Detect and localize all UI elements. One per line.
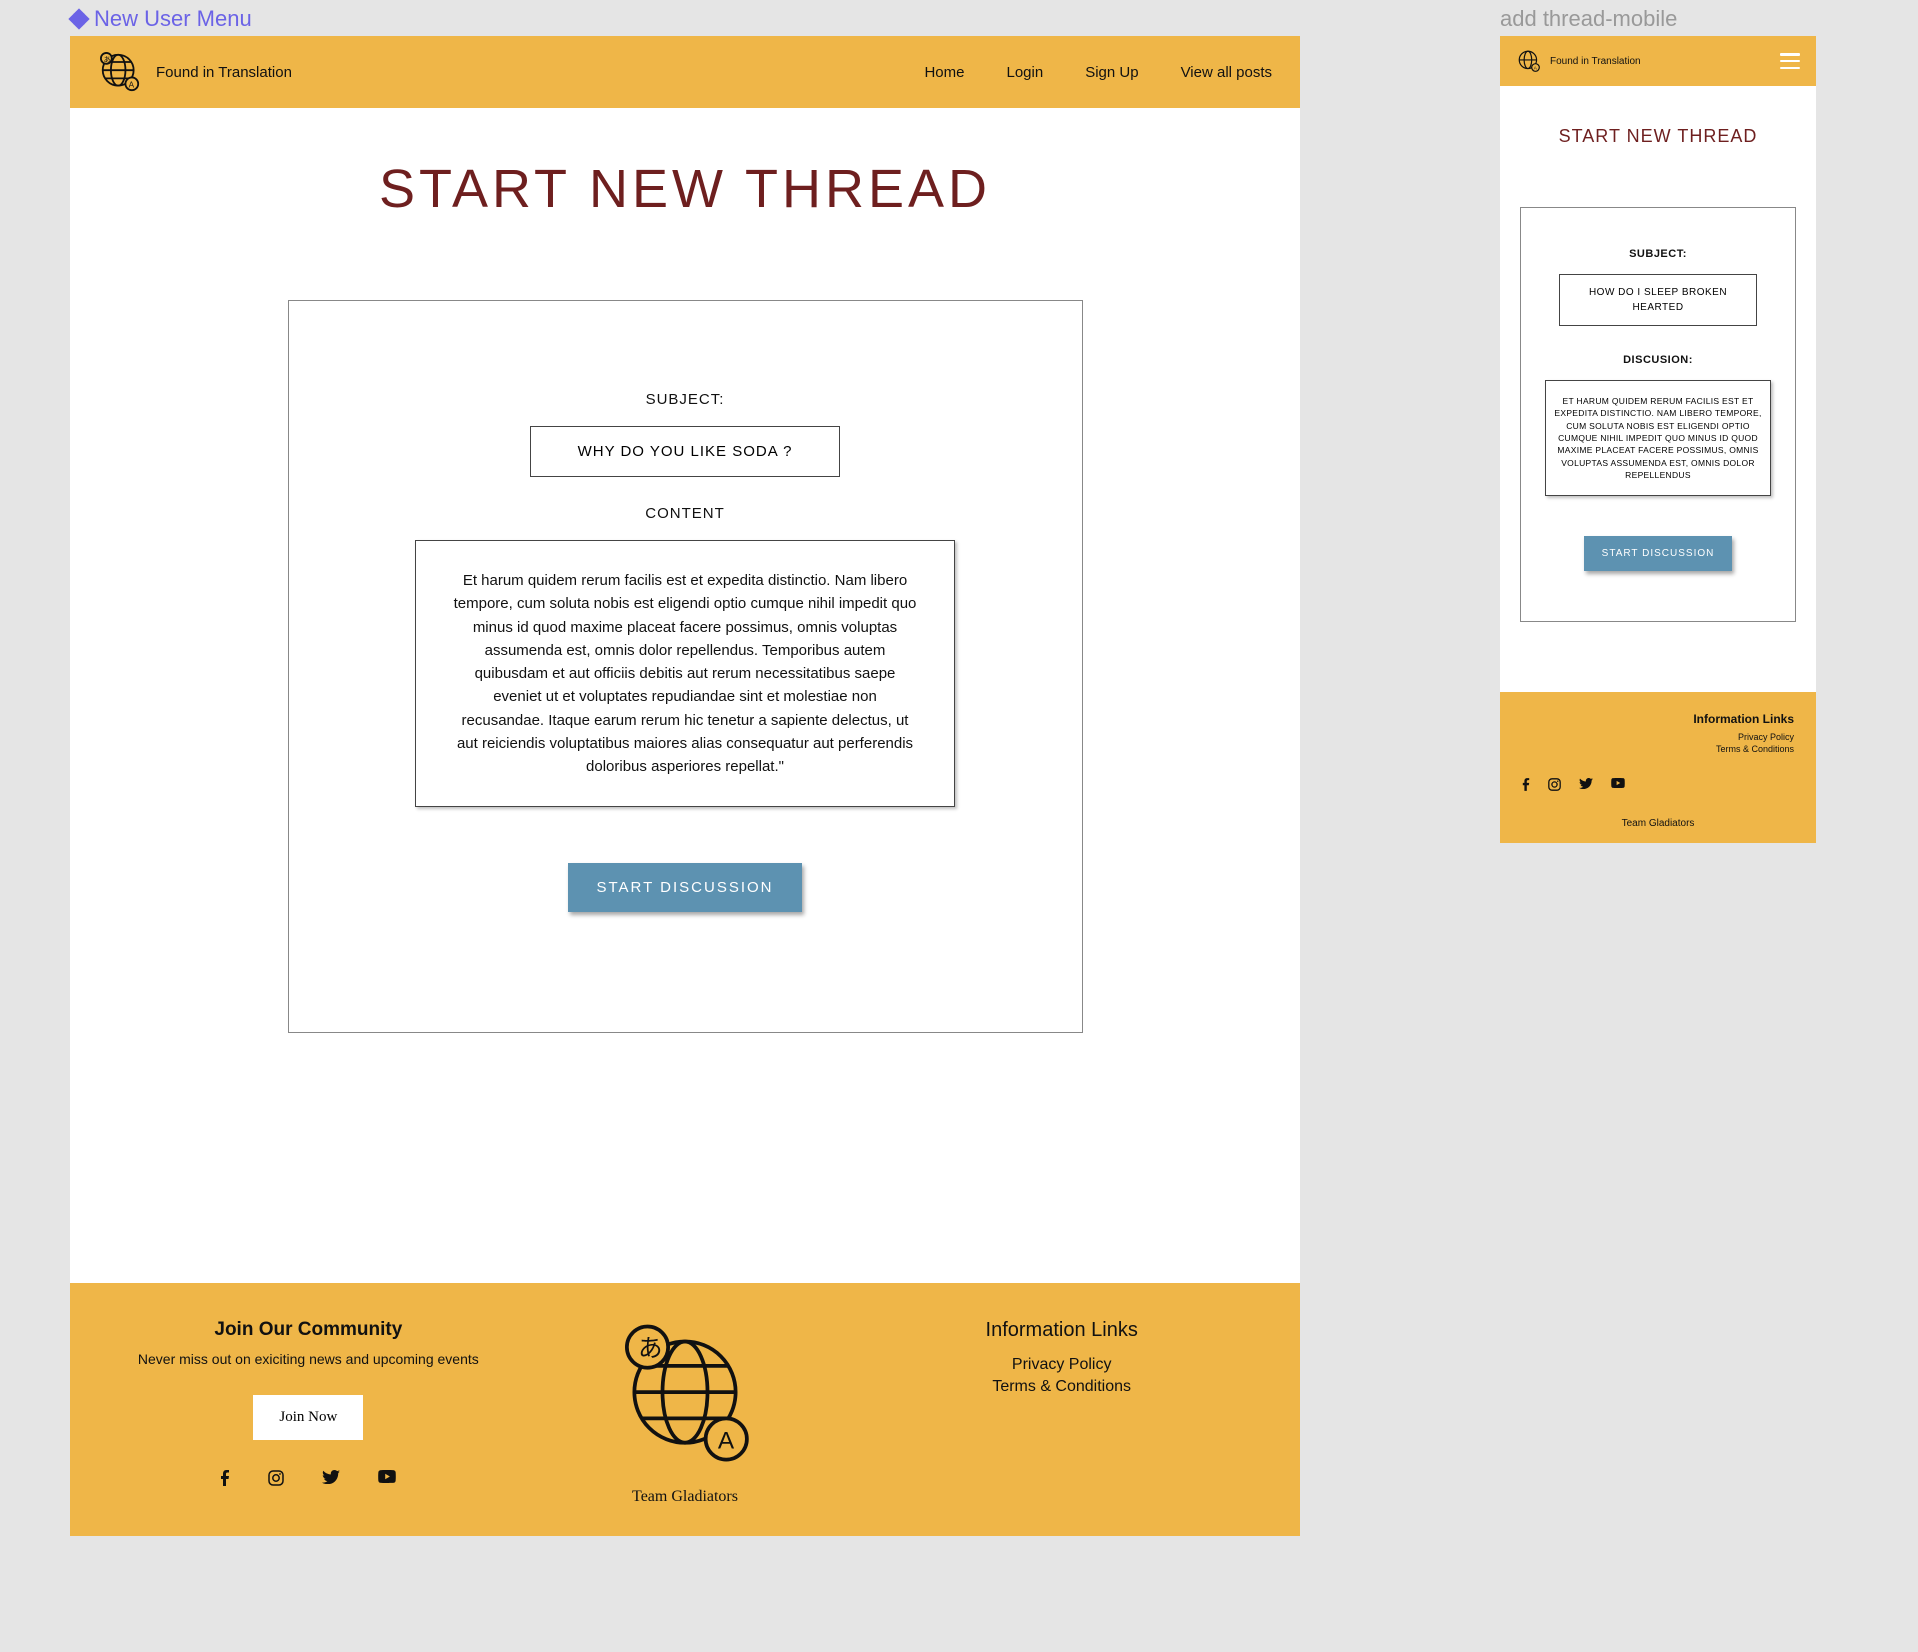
nav-home[interactable]: Home [924,64,964,81]
privacy-link[interactable]: Privacy Policy [873,1356,1250,1374]
info-heading: Information Links [1522,712,1794,726]
join-heading: Join Our Community [120,1319,497,1341]
footer-join: Join Our Community Never miss out on exi… [120,1319,497,1506]
join-sub: Never miss out on exiciting news and upc… [120,1351,497,1367]
footer: Join Our Community Never miss out on exi… [70,1283,1300,1536]
start-discussion-button[interactable]: START DISCUSSION [568,863,801,912]
footer-logo: あ A Team Gladiators [497,1319,874,1506]
facebook-icon[interactable] [220,1470,230,1490]
facebook-icon[interactable] [1522,778,1530,794]
content-label: CONTENT [349,505,1022,522]
header: A Found in Translation [1500,36,1816,86]
twitter-icon[interactable] [322,1470,340,1490]
social-links [120,1470,497,1490]
svg-text:あ: あ [638,1336,662,1363]
subject-input[interactable]: WHY DO YOU LIKE SODA ? [530,426,840,477]
svg-text:あ: あ [104,55,111,64]
info-heading: Information Links [873,1319,1250,1342]
team-credit: Team Gladiators [1522,818,1794,829]
team-credit: Team Gladiators [497,1488,874,1506]
main: START NEW THREAD SUBJECT: HOW DO I SLEEP… [1500,86,1816,692]
desktop-frame: あ A Found in Translation Home Login Sign… [70,36,1300,1536]
footer-info: Information Links Privacy Policy Terms &… [873,1319,1250,1506]
content-input[interactable]: ET HARUM QUIDEM RERUM FACILIS EST ET EXP… [1545,380,1771,496]
instagram-icon[interactable] [268,1470,284,1490]
social-links [1522,778,1794,794]
instagram-icon[interactable] [1548,778,1561,794]
start-discussion-button[interactable]: START DISCUSSION [1584,536,1733,571]
discussion-label: DISCUSION: [1545,354,1771,366]
svg-text:A: A [718,1428,735,1455]
youtube-icon[interactable] [1611,778,1625,794]
component-icon [70,10,88,28]
header: あ A Found in Translation Home Login Sign… [70,36,1300,108]
subject-label: SUBJECT: [349,391,1022,408]
globe-translate-icon-large: あ A [610,1456,760,1473]
mobile-frame-label[interactable]: add thread-mobile [1500,6,1677,32]
privacy-link[interactable]: Privacy Policy [1522,732,1794,742]
page-title: START NEW THREAD [1520,126,1796,147]
logo[interactable]: あ A Found in Translation [98,52,292,92]
twitter-icon[interactable] [1579,778,1593,794]
svg-text:A: A [129,80,135,89]
frame-label-text: New User Menu [94,6,252,31]
join-now-button[interactable]: Join Now [253,1395,363,1440]
frame-label-text: add thread-mobile [1500,6,1677,31]
thread-form: SUBJECT: WHY DO YOU LIKE SODA ? CONTENT … [288,300,1083,1033]
footer-info: Information Links Privacy Policy Terms &… [1522,712,1794,754]
nav-login[interactable]: Login [1006,64,1043,81]
mobile-frame: A Found in Translation START NEW THREAD … [1500,36,1816,843]
subject-label: SUBJECT: [1545,248,1771,260]
page-title: START NEW THREAD [70,158,1300,220]
desktop-frame-label[interactable]: New User Menu [70,6,252,32]
brand-name: Found in Translation [1550,56,1641,67]
terms-link[interactable]: Terms & Conditions [1522,744,1794,754]
nav: Home Login Sign Up View all posts [924,64,1272,81]
thread-form: SUBJECT: HOW DO I SLEEP BROKEN HEARTED D… [1520,207,1796,622]
main: START NEW THREAD SUBJECT: WHY DO YOU LIK… [70,108,1300,1283]
content-input[interactable]: Et harum quidem rerum facilis est et exp… [415,540,955,807]
nav-signup[interactable]: Sign Up [1085,64,1138,81]
youtube-icon[interactable] [378,1470,396,1490]
subject-input[interactable]: HOW DO I SLEEP BROKEN HEARTED [1559,274,1757,326]
globe-translate-icon: A [1516,49,1542,73]
globe-translate-icon: あ A [98,52,142,92]
hamburger-menu-icon[interactable] [1780,53,1800,69]
brand-name: Found in Translation [156,64,292,81]
nav-viewall[interactable]: View all posts [1181,64,1272,81]
footer: Information Links Privacy Policy Terms &… [1500,692,1816,843]
terms-link[interactable]: Terms & Conditions [873,1378,1250,1396]
